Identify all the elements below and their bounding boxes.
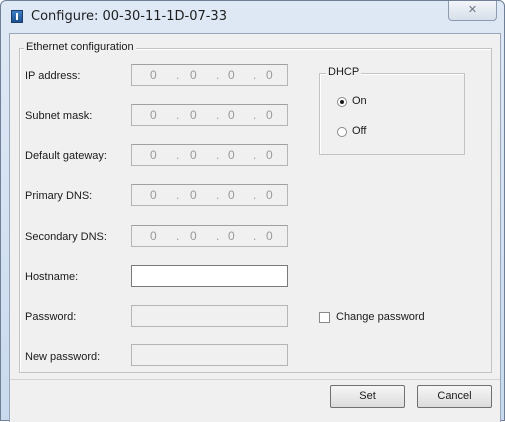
default-gateway-label: Default gateway: [25,150,107,162]
ip-dot: . [253,68,257,82]
primary-dns-octet-1: 0 [150,188,157,202]
primary-dns-octet-4: 0 [266,188,273,202]
dialog-window: Configure: 00-30-11-1D-07-33 ✕ Ethernet … [0,0,505,422]
subnet-mask-field[interactable]: 0 . 0 . 0 . 0 [131,104,288,126]
ip-octet-2: 0 [190,68,197,82]
secondary-dns-dot: . [253,229,257,243]
new-password-label: New password: [25,351,101,363]
dialog-client-area: Ethernet configuration IP address: 0 . 0… [9,33,501,422]
secondary-dns-dot: . [176,229,180,243]
primary-dns-field[interactable]: 0 . 0 . 0 . 0 [131,184,288,206]
gateway-dot: . [253,148,257,162]
hostname-input[interactable] [131,265,288,287]
secondary-dns-octet-1: 0 [150,229,157,243]
ip-address-field[interactable]: 0 . 0 . 0 . 0 [131,64,288,86]
ip-octet-1: 0 [150,68,157,82]
primary-dns-dot: . [176,188,180,202]
ip-octet-4: 0 [266,68,273,82]
gateway-dot: . [176,148,180,162]
footer-separator [10,379,500,380]
set-button[interactable]: Set [330,385,405,408]
subnet-dot: . [176,108,180,122]
subnet-dot: . [216,108,220,122]
cancel-button[interactable]: Cancel [417,385,492,408]
secondary-dns-label: Secondary DNS: [25,231,107,243]
secondary-dns-field[interactable]: 0 . 0 . 0 . 0 [131,225,288,247]
subnet-mask-label: Subnet mask: [25,110,93,122]
primary-dns-dot: . [253,188,257,202]
ip-octet-3: 0 [228,68,235,82]
dhcp-on-label: On [352,95,367,107]
ip-dot: . [216,68,220,82]
title-bar[interactable]: Configure: 00-30-11-1D-07-33 ✕ [1,1,504,33]
close-icon: ✕ [467,3,478,16]
primary-dns-dot: . [216,188,220,202]
ethernet-configuration-title: Ethernet configuration [24,41,136,53]
gateway-octet-4: 0 [266,148,273,162]
gateway-octet-2: 0 [190,148,197,162]
dhcp-off-radio[interactable] [337,127,347,137]
dhcp-on-radio[interactable] [337,97,347,107]
change-password-option[interactable]: Change password [319,310,449,326]
gateway-octet-1: 0 [150,148,157,162]
primary-dns-octet-2: 0 [190,188,197,202]
new-password-input[interactable] [131,344,288,366]
primary-dns-label: Primary DNS: [25,190,93,202]
primary-dns-octet-3: 0 [228,188,235,202]
app-icon [11,10,23,23]
secondary-dns-octet-4: 0 [266,229,273,243]
subnet-dot: . [253,108,257,122]
subnet-octet-1: 0 [150,108,157,122]
default-gateway-field[interactable]: 0 . 0 . 0 . 0 [131,144,288,166]
ip-dot: . [176,68,180,82]
close-button[interactable]: ✕ [448,1,497,21]
change-password-label: Change password [336,311,425,323]
subnet-octet-2: 0 [190,108,197,122]
dhcp-off-option[interactable]: Off [337,124,397,140]
dhcp-on-option[interactable]: On [337,94,397,110]
password-label: Password: [25,311,77,323]
gateway-octet-3: 0 [228,148,235,162]
gateway-dot: . [216,148,220,162]
dhcp-group: DHCP [319,66,465,155]
ip-address-label: IP address: [25,70,81,82]
secondary-dns-octet-2: 0 [190,229,197,243]
subnet-octet-3: 0 [228,108,235,122]
change-password-checkbox[interactable] [319,312,330,323]
subnet-octet-4: 0 [266,108,273,122]
hostname-label: Hostname: [25,271,79,283]
window-title: Configure: 00-30-11-1D-07-33 [31,9,227,24]
secondary-dns-dot: . [216,229,220,243]
dhcp-off-label: Off [352,125,367,137]
secondary-dns-octet-3: 0 [228,229,235,243]
dhcp-group-title: DHCP [326,66,362,78]
password-input[interactable] [131,305,288,327]
